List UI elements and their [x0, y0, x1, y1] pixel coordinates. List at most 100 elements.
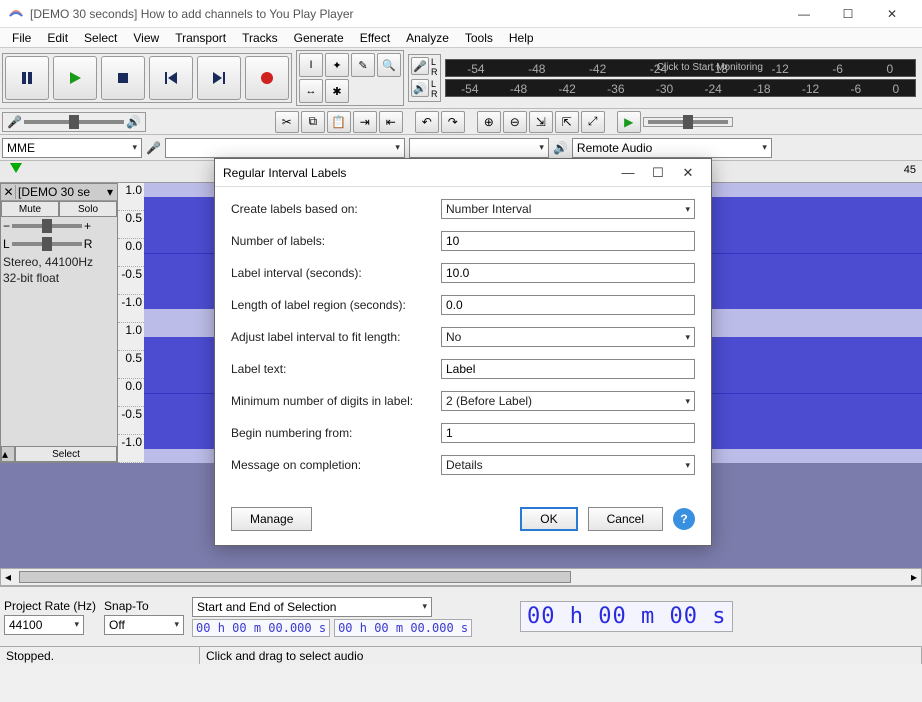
- completion-combo[interactable]: Details: [441, 455, 695, 475]
- menu-select[interactable]: Select: [76, 29, 125, 47]
- playback-device-combo[interactable]: Remote Audio: [572, 138, 772, 158]
- regular-interval-labels-dialog: Regular Interval Labels — ☐ ✕ Create lab…: [214, 158, 712, 546]
- trim-button[interactable]: ⇥: [353, 111, 377, 133]
- region-input[interactable]: [441, 295, 695, 315]
- play-at-speed-button[interactable]: ▶: [617, 111, 641, 133]
- dialog-minimize-button[interactable]: —: [613, 165, 643, 180]
- menu-tracks[interactable]: Tracks: [234, 29, 286, 47]
- menu-view[interactable]: View: [125, 29, 167, 47]
- digits-combo[interactable]: 2 (Before Label): [441, 391, 695, 411]
- pause-button[interactable]: [5, 56, 49, 100]
- status-state: Stopped.: [0, 647, 200, 664]
- num-labels-input[interactable]: [441, 231, 695, 251]
- playback-speed[interactable]: [643, 117, 733, 127]
- menu-tools[interactable]: Tools: [457, 29, 501, 47]
- mute-button[interactable]: Mute: [1, 201, 59, 217]
- track-format: Stereo, 44100Hz: [3, 255, 115, 271]
- play-button[interactable]: [53, 56, 97, 100]
- interval-input[interactable]: [441, 263, 695, 283]
- vertical-scale: 1.00.50.0-0.5-1.0: [118, 183, 144, 323]
- track-close-button[interactable]: ✕: [2, 185, 16, 199]
- snap-to-combo[interactable]: Off: [104, 615, 184, 635]
- skip-start-button[interactable]: [149, 56, 193, 100]
- recording-channels-combo[interactable]: [409, 138, 549, 158]
- stop-button[interactable]: [101, 56, 145, 100]
- ruler-tick-45: 45: [904, 164, 916, 176]
- playback-meter[interactable]: -54-48-42-36-30-24-18-12-60: [445, 79, 917, 97]
- select-track-button[interactable]: Select: [15, 446, 117, 462]
- pan-slider[interactable]: LR: [1, 235, 117, 253]
- collapse-button[interactable]: ▴: [1, 446, 15, 462]
- transport-toolbar: I ✦ ✎ 🔍 ↔ ✱ 🎤LR 🔊LR Click to Start Monit…: [0, 48, 922, 109]
- selection-tool[interactable]: I: [299, 53, 323, 77]
- solo-button[interactable]: Solo: [59, 201, 117, 217]
- zoom-out-button[interactable]: ⊖: [503, 111, 527, 133]
- dialog-close-button[interactable]: ✕: [673, 165, 703, 181]
- cut-button[interactable]: ✂: [275, 111, 299, 133]
- menu-help[interactable]: Help: [501, 29, 542, 47]
- record-button[interactable]: [245, 56, 289, 100]
- selection-end-time[interactable]: 00 h 00 m 00.000 s: [334, 619, 472, 637]
- ok-button[interactable]: OK: [520, 507, 577, 531]
- silence-button[interactable]: ⇤: [379, 111, 403, 133]
- recording-device-combo[interactable]: [165, 138, 405, 158]
- menu-effect[interactable]: Effect: [352, 29, 398, 47]
- dialog-maximize-button[interactable]: ☐: [643, 165, 673, 181]
- menu-generate[interactable]: Generate: [286, 29, 352, 47]
- begin-input[interactable]: [441, 423, 695, 443]
- zoom-toggle-button[interactable]: ⤢: [581, 111, 605, 133]
- selection-toolbar: Project Rate (Hz) 44100 Snap-To Off Star…: [0, 586, 922, 646]
- skip-end-button[interactable]: [197, 56, 241, 100]
- based-on-combo[interactable]: Number Interval: [441, 199, 695, 219]
- zoom-tool[interactable]: 🔍: [377, 53, 401, 77]
- app-icon: [8, 6, 24, 22]
- selection-start-time[interactable]: 00 h 00 m 00.000 s: [192, 619, 330, 637]
- audio-host-combo[interactable]: MME: [2, 138, 142, 158]
- project-rate-combo[interactable]: 44100: [4, 615, 84, 635]
- status-hint: Click and drag to select audio: [200, 647, 922, 664]
- track-name[interactable]: [DEMO 30 se: [16, 185, 104, 199]
- cancel-button[interactable]: Cancel: [588, 507, 663, 531]
- track-bit-depth: 32-bit float: [3, 271, 115, 287]
- mic-icon: 🎤: [146, 141, 161, 155]
- menu-edit[interactable]: Edit: [39, 29, 76, 47]
- draw-tool[interactable]: ✎: [351, 53, 375, 77]
- label-text-input[interactable]: [441, 359, 695, 379]
- horizontal-scrollbar[interactable]: ◂▸: [0, 568, 922, 586]
- redo-button[interactable]: ↷: [441, 111, 465, 133]
- adjust-combo[interactable]: No: [441, 327, 695, 347]
- audio-position-time[interactable]: 00 h 00 m 00 s: [520, 601, 733, 632]
- completion-label: Message on completion:: [231, 458, 441, 472]
- recording-meter[interactable]: Click to Start Monitoring -54-48-42-24-1…: [445, 59, 917, 77]
- undo-button[interactable]: ↶: [415, 111, 439, 133]
- snap-to-label: Snap-To: [104, 599, 184, 613]
- fit-project-button[interactable]: ⇱: [555, 111, 579, 133]
- menu-analyze[interactable]: Analyze: [398, 29, 457, 47]
- status-bar: Stopped. Click and drag to select audio: [0, 646, 922, 664]
- manage-button[interactable]: Manage: [231, 507, 312, 531]
- playhead-icon[interactable]: [10, 163, 22, 173]
- envelope-tool[interactable]: ✦: [325, 53, 349, 77]
- help-button[interactable]: ?: [673, 508, 695, 530]
- selection-mode-combo[interactable]: Start and End of Selection: [192, 597, 432, 617]
- multi-tool[interactable]: ✱: [325, 79, 349, 103]
- menu-file[interactable]: File: [4, 29, 39, 47]
- close-button[interactable]: ✕: [870, 0, 914, 28]
- adjust-label: Adjust label interval to fit length:: [231, 330, 441, 344]
- maximize-button[interactable]: ☐: [826, 0, 870, 28]
- timeshift-tool[interactable]: ↔: [299, 79, 323, 103]
- interval-label: Label interval (seconds):: [231, 266, 441, 280]
- vertical-scale-2: 1.00.50.0-0.5-1.0: [118, 323, 144, 463]
- zoom-in-button[interactable]: ⊕: [477, 111, 501, 133]
- fit-selection-button[interactable]: ⇲: [529, 111, 553, 133]
- region-label: Length of label region (seconds):: [231, 298, 441, 312]
- copy-button[interactable]: ⧉: [301, 111, 325, 133]
- gain-slider[interactable]: −+: [1, 217, 117, 235]
- track-menu-button[interactable]: ▾: [104, 185, 116, 199]
- paste-button[interactable]: 📋: [327, 111, 351, 133]
- dialog-title: Regular Interval Labels: [223, 166, 613, 180]
- num-labels-label: Number of labels:: [231, 234, 441, 248]
- minimize-button[interactable]: —: [782, 0, 826, 28]
- menu-transport[interactable]: Transport: [167, 29, 234, 47]
- recording-volume[interactable]: 🎤🔊: [2, 112, 146, 132]
